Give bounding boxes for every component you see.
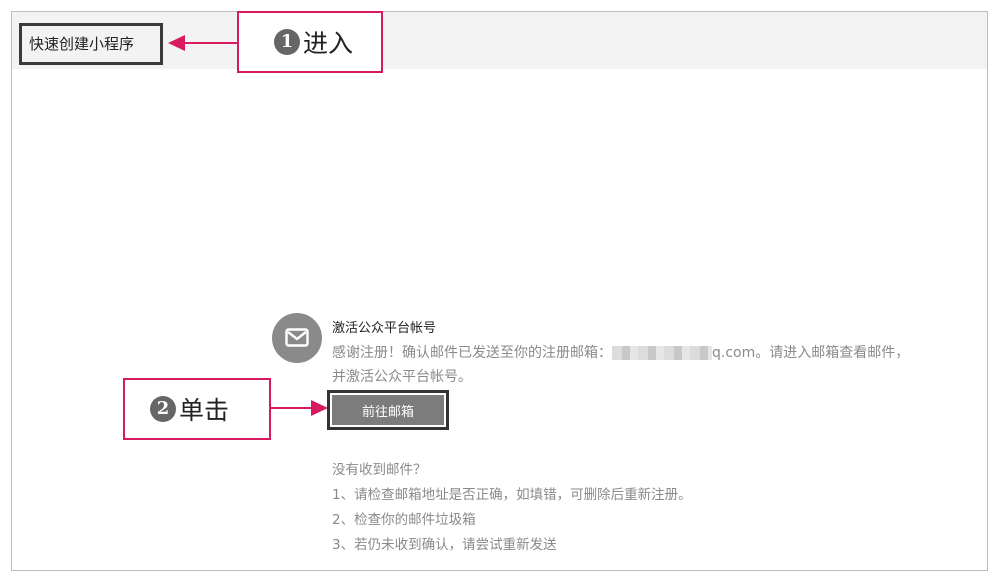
- arrow-head-icon: [311, 400, 328, 416]
- help-section: 没有收到邮件？ 1、请检查邮箱地址是否正确，如填错，可删除后重新注册。 2、检查…: [332, 458, 692, 558]
- help-item: 2、检查你的邮件垃圾箱: [332, 512, 476, 528]
- go-to-mailbox-highlight: 前往邮箱: [327, 390, 449, 430]
- desc-suffix: q.com。请进入邮箱查看邮件，: [712, 345, 910, 361]
- annotation-text: 进入: [303, 29, 354, 58]
- step-number-badge: 1: [274, 29, 300, 55]
- annotation-arrow-2: [271, 407, 313, 409]
- desc-line-2: 并激活公众平台帐号。: [332, 369, 472, 385]
- quick-create-mini-program-link[interactable]: 快速创建小程序: [19, 23, 163, 65]
- help-question: 没有收到邮件？: [332, 462, 427, 478]
- desc-prefix: 感谢注册！确认邮件已发送至你的注册邮箱：: [332, 345, 612, 361]
- activation-description: 感谢注册！确认邮件已发送至你的注册邮箱： q.com。请进入邮箱查看邮件， 并激活…: [332, 341, 972, 389]
- activation-title: 激活公众平台帐号: [332, 321, 437, 336]
- annotation-text: 单击: [179, 396, 230, 425]
- help-item-resend: 3、若仍未收到确认，请尝试重新发送: [332, 537, 557, 553]
- arrow-head-icon: [168, 35, 185, 51]
- annotation-callout-1: 1 进入: [237, 11, 383, 73]
- mail-icon: [272, 313, 322, 363]
- help-item: 1、请检查邮箱地址是否正确，如填错，可删除后重新注册。: [332, 487, 692, 503]
- step-number-badge: 2: [150, 396, 176, 422]
- redacted-email: [612, 346, 712, 360]
- annotation-arrow-1: [184, 42, 237, 44]
- go-to-mailbox-button[interactable]: 前往邮箱: [332, 395, 444, 425]
- annotation-callout-2: 2 单击: [123, 378, 271, 440]
